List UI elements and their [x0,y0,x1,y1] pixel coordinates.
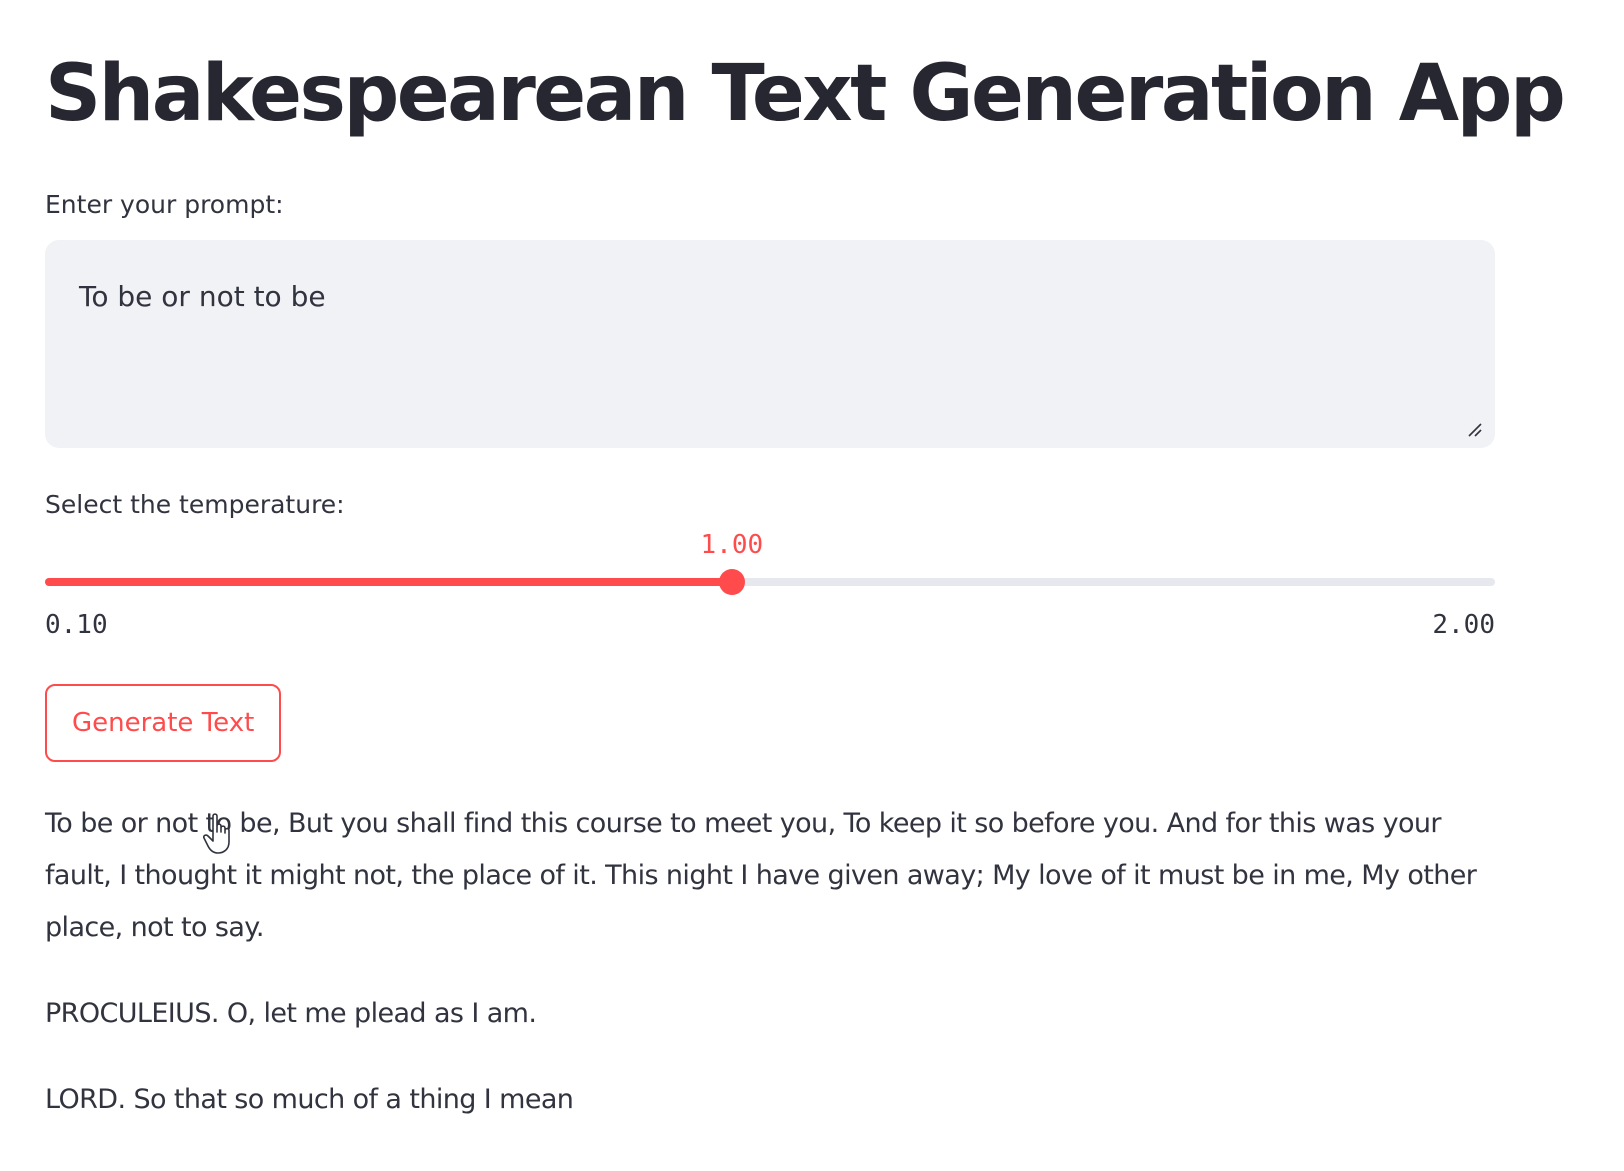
output-paragraph: To be or not to be, But you shall find t… [45,808,1477,943]
temperature-slider[interactable]: 1.00 0.10 2.00 [45,530,1495,650]
generated-text-output: To be or not to be, But you shall find t… [45,798,1495,1160]
hand-pointer-cursor-icon [203,813,230,854]
slider-track[interactable] [45,569,1495,595]
prompt-label: Enter your prompt: [45,190,284,219]
page-title: Shakespearean Text Generation App [45,49,1566,139]
slider-max-label: 2.00 [1432,610,1495,640]
temperature-label: Select the temperature: [45,490,345,519]
slider-current-value: 1.00 [700,530,764,560]
generate-text-button[interactable]: Generate Text [45,684,282,762]
prompt-input[interactable] [45,240,1495,448]
slider-thumb[interactable] [718,569,745,595]
slider-min-label: 0.10 [45,610,108,640]
prompt-textarea-container [45,240,1495,448]
resize-handle-icon[interactable] [1465,420,1483,438]
output-paragraph: PROCULEIUS. O, let me plead as I am. [45,998,537,1029]
slider-fill [45,578,732,586]
output-paragraph: LORD. So that so much of a thing I mean [45,1084,574,1115]
